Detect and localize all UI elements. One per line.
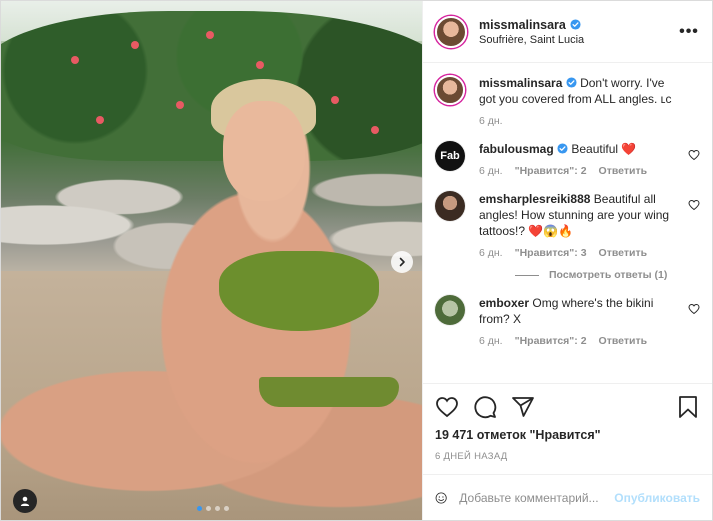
comment-item: emsharplesreiki888 Beautiful all angles!… [435,191,700,259]
comment-like-heart-icon[interactable] [688,199,700,211]
photo-face [223,101,305,201]
comment-time[interactable]: 6 дн. [479,247,503,259]
next-chevron-icon [399,257,405,267]
comment-icon[interactable] [473,395,497,419]
bookmark-icon[interactable] [676,395,700,419]
comment-likes[interactable]: "Нравится": 3 [515,247,587,259]
photo-bikini-bottom [259,377,399,407]
publish-button[interactable]: Опубликовать [614,491,700,505]
caption-username[interactable]: missmalinsara [479,76,562,90]
comment-likes[interactable]: "Нравится": 2 [515,165,587,177]
caption-meta: 6 дн. [479,115,674,127]
author-avatar[interactable] [435,15,467,48]
post-photo[interactable] [1,1,422,520]
comment-item: emboxer Omg where's the bikini from? X 6… [435,295,700,347]
photo-flower [256,61,264,69]
action-icons [435,392,700,422]
more-options-icon[interactable]: ••• [678,23,700,41]
post-location[interactable]: Soufrière, Saint Lucia [479,34,678,46]
replies-divider [515,274,539,276]
reply-button[interactable]: Ответить [599,247,648,259]
comment-time[interactable]: 6 дн. [479,335,503,347]
reply-button[interactable]: Ответить [599,165,648,177]
comment-time[interactable]: 6 дн. [479,165,503,177]
carousel-dot [224,506,229,511]
comment-input[interactable] [459,490,615,505]
photo-flower [71,56,79,64]
carousel-dot [206,506,211,511]
comment-body: emboxer Omg where's the bikini from? X 6… [479,295,700,347]
post-header: missmalinsara Soufrière, Saint Lucia ••• [423,1,712,63]
post-time[interactable]: 6 ДНЕЙ НАЗАД [435,451,700,462]
heart-icon[interactable] [435,395,459,419]
comment-text-wrap: emboxer Omg where's the bikini from? X [479,295,674,327]
carousel-dot [215,506,220,511]
verified-badge-icon [570,19,581,30]
comment-body: fabulousmag Beautiful ❤️ 6 дн. "Нравится… [479,141,700,177]
caption-text-wrap: missmalinsara Don't worry. I've got you … [479,75,674,107]
comment-meta: 6 дн. "Нравится": 3 Ответить [479,247,674,259]
post-modal: missmalinsara Soufrière, Saint Lucia •••… [0,0,713,521]
carousel-dot-active [197,506,202,511]
comment-text-wrap: fabulousmag Beautiful ❤️ [479,141,674,157]
carousel-indicator [197,506,229,511]
post-sidebar: missmalinsara Soufrière, Saint Lucia •••… [422,1,712,520]
photo-flower [131,41,139,49]
photo-bikini-top [219,251,379,331]
caption: missmalinsara Don't worry. I've got you … [435,75,700,127]
photo-flower [331,96,339,104]
comment-username[interactable]: fabulousmag [479,142,554,156]
comment-like-heart-icon[interactable] [688,149,700,161]
caption-avatar[interactable] [435,75,465,105]
view-replies-label: Посмотреть ответы (1) [549,269,668,281]
reply-button[interactable]: Ответить [599,335,648,347]
comment-avatar[interactable] [435,295,465,325]
photo-flower [96,116,104,124]
photo-flower [206,31,214,39]
post-actions: 19 471 отметок "Нравится" 6 ДНЕЙ НАЗАД [423,383,712,462]
comment-text: Beautiful ❤️ [571,142,637,156]
caption-time[interactable]: 6 дн. [479,115,503,127]
comment-like-heart-icon[interactable] [688,303,700,315]
comment-avatar[interactable]: Fab [435,141,465,171]
comment-username[interactable]: emboxer [479,296,529,310]
author-line: missmalinsara [479,18,678,32]
comment-likes[interactable]: "Нравится": 2 [515,335,587,347]
tagged-users-button[interactable] [13,489,37,513]
carousel-next-button[interactable] [391,251,413,273]
caption-body: missmalinsara Don't worry. I've got you … [479,75,700,127]
verified-badge-icon [566,77,577,88]
emoji-icon[interactable] [435,487,447,509]
author-username[interactable]: missmalinsara [479,18,566,32]
comments-list: missmalinsara Don't worry. I've got you … [423,63,712,383]
view-replies-button[interactable]: Посмотреть ответы (1) [515,269,700,281]
author-meta: missmalinsara Soufrière, Saint Lucia [479,18,678,46]
add-comment-bar: Опубликовать [423,474,712,520]
comment-item: Fab fabulousmag Beautiful ❤️ 6 дн. "Нрав… [435,141,700,177]
comment-meta: 6 дн. "Нравится": 2 Ответить [479,165,674,177]
comment-username[interactable]: emsharplesreiki888 [479,192,590,206]
tag-user-icon [20,496,30,506]
likes-count[interactable]: 19 471 отметок "Нравится" [435,428,700,442]
comment-body: emsharplesreiki888 Beautiful all angles!… [479,191,700,259]
comment-meta: 6 дн. "Нравится": 2 Ответить [479,335,674,347]
share-icon[interactable] [511,395,535,419]
comment-avatar[interactable] [435,191,465,221]
photo-flower [371,126,379,134]
verified-badge-icon [557,143,568,154]
comment-text-wrap: emsharplesreiki888 Beautiful all angles!… [479,191,674,239]
